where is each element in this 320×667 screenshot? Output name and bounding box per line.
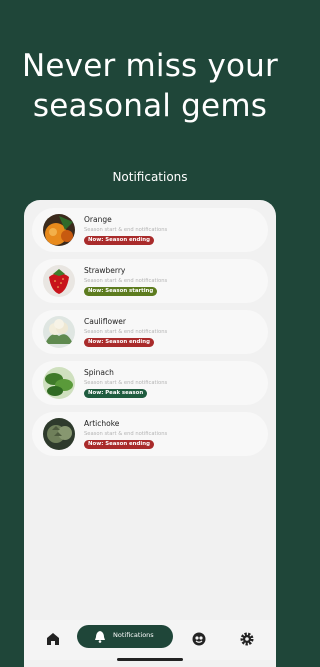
notification-card-artichoke[interactable]: Artichoke Season start & end notificatio…: [32, 412, 268, 456]
status-badge: Now: Season ending: [84, 440, 154, 449]
screen-title: Notifications: [112, 170, 188, 184]
notification-card-strawberry[interactable]: Strawberry Season start & end notificati…: [32, 259, 268, 303]
notification-subtitle: Season start & end notifications: [84, 278, 168, 284]
status-badge: Now: Season ending: [84, 338, 154, 347]
bell-icon: [95, 631, 105, 643]
produce-name: Orange: [84, 215, 112, 224]
produce-name: Cauliflower: [84, 317, 126, 326]
headline-line-2: seasonal gems: [32, 88, 268, 124]
notification-subtitle: Season start & end notifications: [84, 227, 168, 233]
home-icon[interactable]: [44, 630, 62, 648]
produce-name: Artichoke: [84, 419, 120, 428]
bottom-navigation: Notifications: [24, 620, 276, 661]
status-badge: Now: Season ending: [84, 236, 154, 245]
headline-line-1: Never miss your: [22, 48, 278, 84]
notification-card-cauliflower[interactable]: Cauliflower Season start & end notificat…: [32, 310, 268, 354]
artichoke-image: [43, 418, 75, 450]
status-badge: Now: Season starting: [84, 287, 158, 296]
home-indicator: [117, 658, 183, 661]
tab-notifications-label: Notifications: [113, 631, 154, 639]
cauliflower-image: [43, 316, 75, 348]
notification-subtitle: Season start & end notifications: [84, 380, 168, 386]
tab-notifications[interactable]: Notifications: [77, 625, 173, 648]
produce-name: Spinach: [84, 368, 114, 377]
notification-card-orange[interactable]: Orange Season start & end notifications …: [32, 208, 268, 252]
notification-subtitle: Season start & end notifications: [84, 329, 168, 335]
notification-list: Orange Season start & end notifications …: [32, 208, 268, 463]
spinach-image: [43, 367, 75, 399]
strawberry-image: [43, 265, 75, 297]
notification-subtitle: Season start & end notifications: [84, 431, 168, 437]
settings-icon[interactable]: [238, 630, 256, 648]
produce-name: Strawberry: [84, 266, 126, 275]
orange-image: [43, 214, 75, 246]
headline: Never miss your seasonal gems: [0, 46, 300, 126]
notification-card-spinach[interactable]: Spinach Season start & end notifications…: [32, 361, 268, 405]
produce-icon[interactable]: [190, 630, 208, 648]
phone-screen: Orange Season start & end notifications …: [24, 200, 276, 667]
status-badge: Now: Peak season: [84, 389, 148, 398]
